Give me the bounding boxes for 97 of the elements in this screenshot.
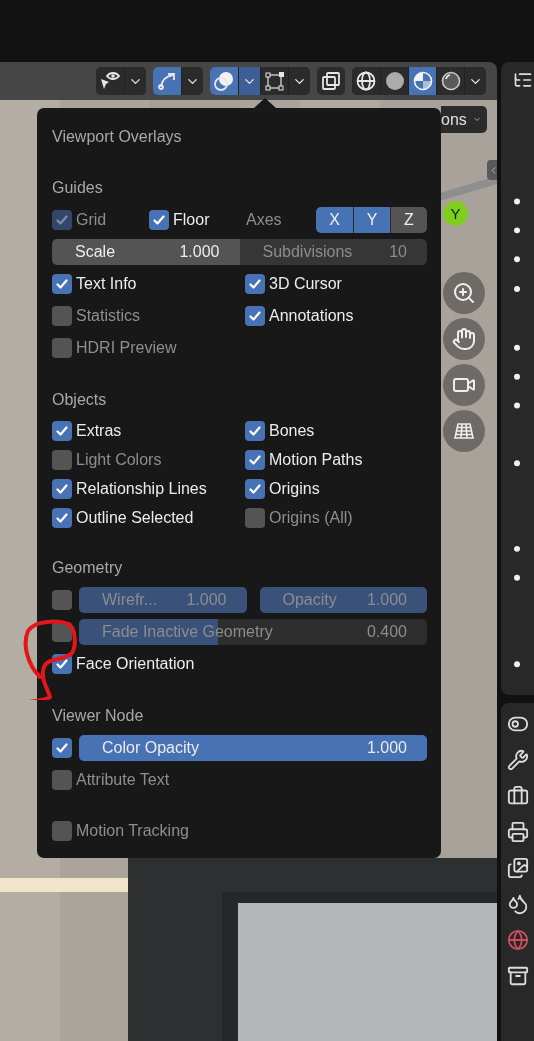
wrench-icon[interactable]: [507, 749, 529, 771]
check-icon: [55, 423, 69, 438]
checkbox[interactable]: [52, 449, 72, 470]
popup-title: Viewport Overlays: [52, 128, 183, 146]
rendered-shading-button[interactable]: [436, 67, 464, 95]
number-field[interactable]: Scale 1.000: [52, 239, 240, 265]
solid-sphere-icon: [383, 70, 406, 92]
section-heading: Viewer Node: [52, 707, 144, 725]
checkbox[interactable]: [245, 449, 265, 470]
dot-icon: [514, 661, 520, 668]
check-icon: [248, 423, 262, 438]
dropdown-button[interactable]: [288, 67, 310, 95]
axes-label: Axes: [246, 211, 282, 229]
dot-icon: [514, 285, 520, 292]
material-shading-button[interactable]: [408, 67, 436, 95]
check-icon: [55, 741, 69, 755]
overlapping-circles-icon: [213, 70, 235, 92]
section-heading: Objects: [52, 391, 107, 409]
checkbox-label[interactable]: Origins: [269, 479, 320, 498]
checkbox[interactable]: [245, 306, 265, 326]
check-icon: [55, 213, 69, 227]
dot-icon: [514, 545, 520, 552]
checkbox[interactable]: [52, 478, 72, 499]
checkbox[interactable]: [52, 306, 72, 326]
checkbox-label[interactable]: HDRI Preview: [76, 339, 177, 357]
checkbox-label[interactable]: Attribute Text: [76, 771, 170, 789]
section-heading: Geometry: [52, 559, 123, 577]
check-icon: [55, 510, 69, 525]
globe-icon[interactable]: [507, 929, 529, 951]
checkbox-label[interactable]: 3D Cursor: [269, 275, 342, 293]
checkbox-label[interactable]: Motion Tracking: [76, 821, 189, 840]
dot-icon: [514, 460, 520, 467]
dropdown-button[interactable]: [181, 67, 203, 95]
check-icon: [55, 277, 69, 291]
dropdown-button[interactable]: [238, 67, 260, 95]
glossy-sphere-icon: [439, 70, 462, 92]
checkbox-label[interactable]: Statistics: [76, 307, 140, 325]
check-icon: [55, 657, 69, 671]
checkbox-label[interactable]: Text Info: [76, 275, 137, 293]
checkbox-label[interactable]: Extras: [76, 421, 122, 440]
check-icon: [248, 277, 262, 291]
dot-icon: [514, 344, 520, 351]
dot-icon: [514, 373, 520, 380]
checkbox-label[interactable]: Face Orientation: [76, 655, 195, 673]
images-icon[interactable]: [507, 857, 529, 879]
dot-icon: [514, 574, 520, 581]
axis-toggle[interactable]: Y: [353, 207, 390, 233]
slider-field[interactable]: Color Opacity 1.000: [79, 735, 427, 761]
check-icon: [55, 481, 69, 496]
check-icon: [152, 213, 166, 227]
checkbox[interactable]: [52, 420, 72, 441]
checkbox[interactable]: [52, 820, 72, 841]
vertex-square-icon: [263, 70, 286, 92]
checkbox[interactable]: [245, 274, 265, 294]
checkbox-label[interactable]: Outline Selected: [76, 508, 194, 527]
checkbox-label[interactable]: Light Colors: [76, 450, 162, 469]
dot-icon: [514, 256, 520, 263]
dot-icon: [514, 198, 520, 205]
checkbox[interactable]: [149, 210, 169, 230]
gizmo-button[interactable]: [153, 67, 181, 95]
overlays-button[interactable]: [210, 67, 238, 95]
checkbox[interactable]: [52, 274, 72, 294]
axis-toggle[interactable]: Z: [390, 207, 427, 233]
checkbox-label[interactable]: Relationship Lines: [76, 479, 207, 498]
archive-icon[interactable]: [507, 965, 529, 987]
dot-icon: [514, 227, 520, 234]
checkbox[interactable]: [52, 738, 72, 758]
check-icon: [248, 309, 262, 323]
dropdown[interactable]: ons: [441, 106, 487, 133]
checkbox[interactable]: [52, 338, 72, 358]
checkbox[interactable]: [52, 770, 72, 790]
zoom-icon: [452, 281, 476, 305]
checkbox-label[interactable]: Annotations: [269, 307, 354, 325]
checkbox-label[interactable]: Floor: [173, 211, 210, 229]
checkbox[interactable]: [245, 507, 265, 528]
shaded-sphere-icon: [411, 70, 434, 92]
checkbox[interactable]: [245, 478, 265, 499]
drops-icon[interactable]: [507, 893, 529, 915]
checkbox[interactable]: [52, 507, 72, 528]
checkbox-label[interactable]: Motion Paths: [269, 450, 363, 469]
checkbox-label[interactable]: Bones: [269, 421, 315, 440]
check-icon: [248, 452, 262, 467]
checkbox[interactable]: [245, 420, 265, 441]
dropdown-button[interactable]: [464, 67, 486, 95]
checkbox-label[interactable]: Origins (All): [269, 508, 353, 527]
dropdown-button[interactable]: [124, 67, 146, 95]
briefcase-icon[interactable]: [507, 785, 529, 807]
axis-toggle[interactable]: X: [316, 207, 353, 233]
check-icon: [248, 481, 262, 496]
hand-icon: [452, 327, 476, 351]
dot-icon: [514, 402, 520, 409]
checkbox[interactable]: [52, 590, 72, 610]
section-heading: Guides: [52, 179, 103, 197]
curve-arrow-icon: [156, 70, 178, 92]
overlapping-squares-icon: [320, 70, 342, 92]
wireframe-sphere-icon: [355, 70, 377, 92]
printer-icon[interactable]: [507, 821, 529, 843]
